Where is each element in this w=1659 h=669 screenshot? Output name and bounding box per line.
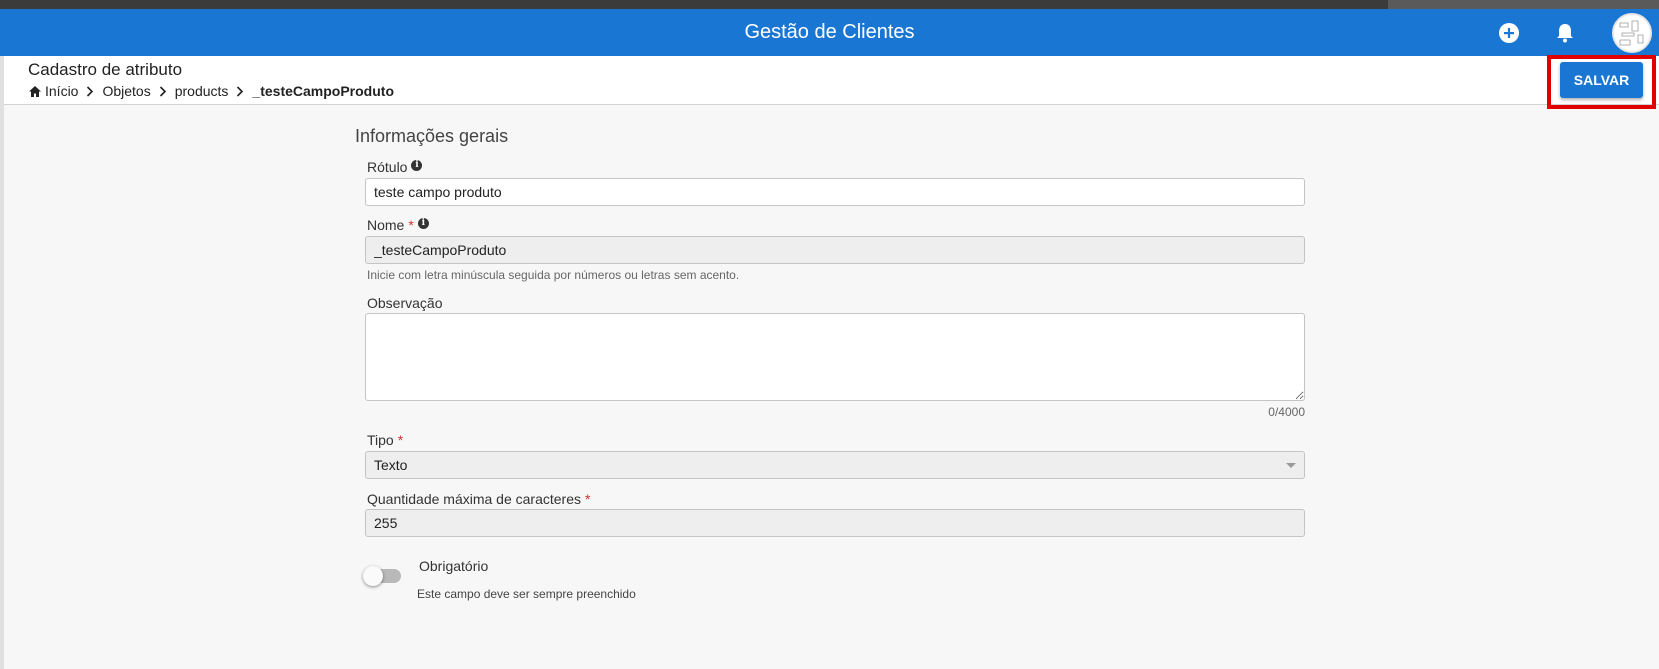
character-counter: 0/4000 — [1268, 405, 1305, 419]
nome-label-text: Nome — [367, 217, 405, 233]
observacao-label: Observação — [367, 295, 442, 311]
obrigatorio-hint: Este campo deve ser sempre preenchido — [417, 587, 636, 601]
max-chars-label-text: Quantidade máxima de caracteres — [367, 491, 581, 507]
add-circle-icon[interactable] — [1496, 20, 1522, 46]
required-asterisk: * — [408, 217, 414, 233]
tipo-label: Tipo * — [367, 432, 403, 448]
bell-icon[interactable] — [1552, 20, 1578, 46]
page-header: Cadastro de atributo Início Objetos prod… — [0, 56, 1659, 105]
breadcrumb-label: Início — [45, 83, 79, 99]
left-edge — [0, 56, 4, 669]
toggle-thumb — [363, 566, 383, 586]
save-button[interactable]: SALVAR — [1560, 62, 1643, 98]
info-icon[interactable]: i — [411, 159, 423, 171]
breadcrumb: Início Objetos products _testeCampoProdu… — [28, 83, 394, 99]
scroll-strip — [1388, 0, 1659, 9]
app-title: Gestão de Clientes — [744, 21, 915, 43]
info-icon[interactable]: i — [417, 217, 429, 229]
avatar[interactable] — [1612, 13, 1652, 53]
nome-input — [365, 236, 1305, 264]
page-title: Cadastro de atributo — [28, 60, 183, 79]
tipo-select-value: Texto — [374, 457, 408, 473]
nome-hint: Inicie com letra minúscula seguida por n… — [367, 268, 740, 282]
tipo-label-text: Tipo — [367, 432, 394, 448]
obrigatorio-label: Obrigatório — [419, 558, 489, 574]
home-icon — [29, 85, 41, 97]
app-bar: Gestão de Clientes — [0, 9, 1659, 56]
rotulo-label: Rótulo i — [367, 159, 423, 175]
observacao-label-text: Observação — [367, 295, 443, 311]
chevron-right-icon — [86, 85, 94, 97]
rotulo-input[interactable] — [365, 178, 1305, 206]
breadcrumb-current: _testeCampoProduto — [252, 83, 394, 99]
rotulo-label-text: Rótulo — [367, 159, 408, 175]
max-chars-label: Quantidade máxima de caracteres * — [367, 491, 590, 507]
browser-top-strip — [0, 0, 1659, 9]
section-title: Informações gerais — [355, 126, 509, 146]
obrigatorio-toggle[interactable] — [363, 566, 403, 586]
max-chars-input[interactable] — [365, 509, 1305, 537]
required-asterisk: * — [585, 491, 591, 507]
breadcrumb-objetos[interactable]: Objetos — [102, 83, 150, 99]
chevron-right-icon — [236, 85, 244, 97]
dropdown-arrow-icon — [1286, 463, 1296, 468]
observacao-textarea[interactable] — [365, 313, 1305, 401]
breadcrumb-home[interactable]: Início — [28, 83, 78, 99]
breadcrumb-products[interactable]: products — [175, 83, 229, 99]
nome-label: Nome * i — [367, 217, 429, 233]
chevron-right-icon — [159, 85, 167, 97]
required-asterisk: * — [397, 432, 404, 448]
tipo-select[interactable]: Texto — [365, 451, 1305, 479]
